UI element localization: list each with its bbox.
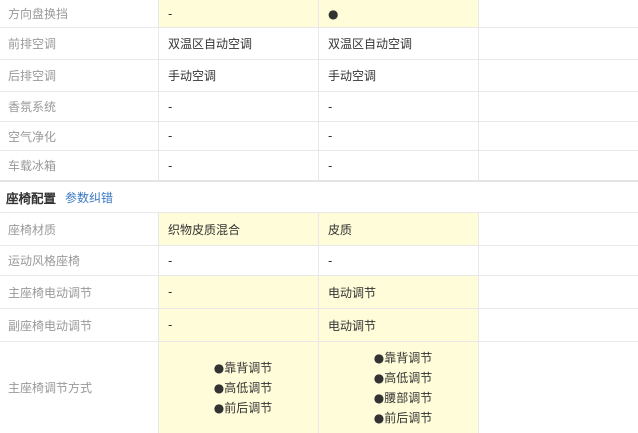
list-item: ●前后调节: [373, 410, 433, 425]
spec-value-2: -: [319, 122, 479, 150]
list-item: ●靠背调节: [213, 360, 273, 375]
row-label: 前排空调: [0, 28, 159, 59]
spec-value-1: -: [159, 151, 319, 180]
row-label: 运动风格座椅: [0, 246, 159, 275]
spec-value-2: -: [319, 151, 479, 180]
spec-value-2: ●: [319, 0, 479, 27]
spec-value-2: -: [319, 92, 479, 121]
spec-value-1: 手动空调: [159, 60, 319, 91]
list-item: ●高低调节: [213, 380, 273, 395]
report-error-link[interactable]: 参数纠错: [65, 189, 113, 206]
row-label: 座椅材质: [0, 213, 159, 245]
row-label: 后排空调: [0, 60, 159, 91]
spec-value-1-list: ●靠背调节 ●高低调节 ●前后调节: [159, 342, 319, 433]
spec-row-driver-power-seat: 主座椅电动调节 - 电动调节: [0, 276, 638, 309]
spec-row-sport-seat: 运动风格座椅 - -: [0, 246, 638, 276]
list-item: ●高低调节: [373, 370, 433, 385]
spec-row-fragrance: 香氛系统 - -: [0, 92, 638, 122]
spec-value-1: -: [159, 122, 319, 150]
row-label: 主座椅电动调节: [0, 276, 159, 308]
spec-value-1: 双温区自动空调: [159, 28, 319, 59]
spec-table: 方向盘换挡 - ● 前排空调 双温区自动空调 双温区自动空调 后排空调 手动空调…: [0, 0, 638, 433]
spec-value-1: -: [159, 309, 319, 341]
spec-value-2: 手动空调: [319, 60, 479, 91]
spec-row-air-purify: 空气净化 - -: [0, 122, 638, 151]
spec-value-1: -: [159, 246, 319, 275]
row-label: 香氛系统: [0, 92, 159, 121]
row-label: 主座椅调节方式: [0, 342, 159, 433]
row-label: 方向盘换挡: [0, 0, 159, 27]
spec-value-2: 双温区自动空调: [319, 28, 479, 59]
spec-row-seat-material: 座椅材质 织物皮质混合 皮质: [0, 213, 638, 246]
spec-row-rear-ac: 后排空调 手动空调 手动空调: [0, 60, 638, 92]
row-label: 车载冰箱: [0, 151, 159, 180]
row-label: 副座椅电动调节: [0, 309, 159, 341]
spec-row-front-ac: 前排空调 双温区自动空调 双温区自动空调: [0, 28, 638, 60]
section-title: 座椅配置: [6, 190, 57, 206]
spec-value-1: -: [159, 276, 319, 308]
list-item: ●靠背调节: [373, 350, 433, 365]
spec-row-driver-seat-adjust: 主座椅调节方式 ●靠背调节 ●高低调节 ●前后调节 ●靠背调节 ●高低调节 ●腰…: [0, 342, 638, 433]
spec-value-2: 皮质: [319, 213, 479, 245]
spec-value-2: -: [319, 246, 479, 275]
list-item: ●腰部调节: [373, 390, 433, 405]
spec-row-steering-shift: 方向盘换挡 - ●: [0, 0, 638, 28]
spec-value-1: -: [159, 92, 319, 121]
spec-value-1: 织物皮质混合: [159, 213, 319, 245]
row-label: 空气净化: [0, 122, 159, 150]
spec-value-2: 电动调节: [319, 309, 479, 341]
spec-row-passenger-power-seat: 副座椅电动调节 - 电动调节: [0, 309, 638, 342]
spec-value-1: -: [159, 0, 319, 27]
section-header-seats: 座椅配置 参数纠错: [0, 180, 638, 213]
spec-value-2-list: ●靠背调节 ●高低调节 ●腰部调节 ●前后调节: [319, 342, 479, 433]
spec-value-2: 电动调节: [319, 276, 479, 308]
list-item: ●前后调节: [213, 400, 273, 415]
spec-row-fridge: 车载冰箱 - -: [0, 151, 638, 180]
